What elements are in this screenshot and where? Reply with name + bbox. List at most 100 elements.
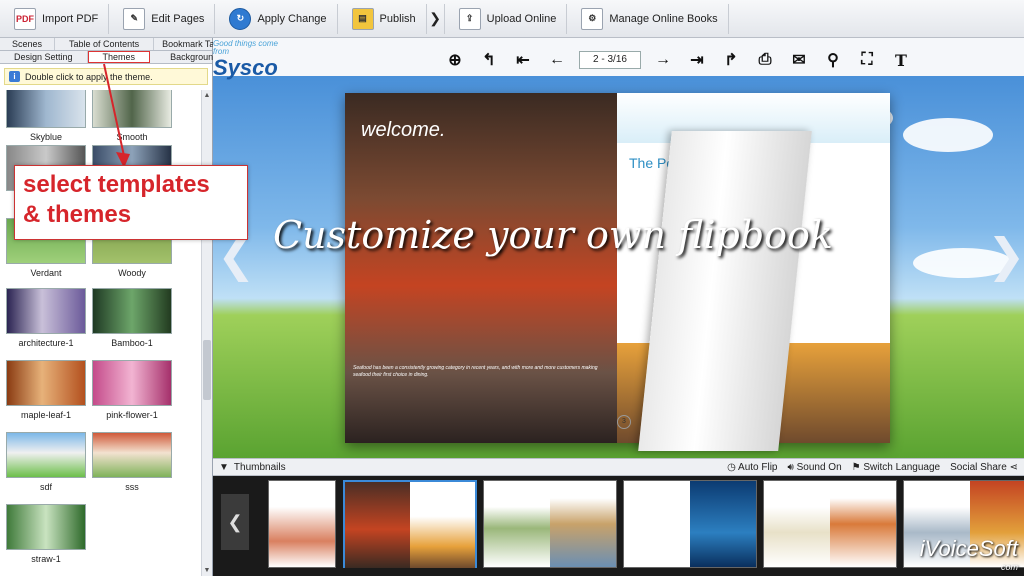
- collapse-icon: ▼: [219, 461, 229, 473]
- upload-online-button[interactable]: ⇪ Upload Online: [445, 3, 568, 34]
- thumbnail-page-1[interactable]: [268, 480, 336, 568]
- tabs-row-1: Scenes Table of Contents Bookmark Tabs ▼: [0, 38, 240, 51]
- page-number-input[interactable]: 2 - 3/16: [579, 51, 641, 69]
- theme-skyblue[interactable]: Skyblue: [6, 90, 86, 142]
- back-icon[interactable]: ↰: [477, 50, 501, 70]
- tab-scenes[interactable]: Scenes: [0, 38, 56, 50]
- manage-books-icon: ⚙: [581, 7, 604, 30]
- theme-thumbnail: [92, 432, 172, 478]
- logo-name: Sysco: [213, 55, 278, 80]
- tab-table-of-contents[interactable]: Table of Contents: [55, 38, 155, 50]
- last-page-icon[interactable]: ⇥: [685, 50, 709, 70]
- thumbnail-image: [484, 481, 550, 567]
- theme-bamboo-1[interactable]: Bamboo-1: [92, 288, 172, 348]
- scroll-up-icon[interactable]: ▲: [203, 92, 211, 99]
- thumbnail-image: [624, 481, 690, 567]
- main-toolbar: PDF Import PDF ✎ Edit Pages ↻ Apply Chan…: [0, 0, 1024, 38]
- zoom-in-icon[interactable]: ⊕: [443, 50, 467, 70]
- page-number-badge: 3: [617, 415, 631, 429]
- language-label: Switch Language: [863, 461, 941, 473]
- thumbnail-image: [345, 482, 410, 568]
- theme-architecture-1[interactable]: architecture-1: [6, 288, 86, 348]
- edit-pages-label: Edit Pages: [151, 12, 205, 25]
- previous-page-icon[interactable]: ←: [545, 51, 569, 69]
- import-pdf-label: Import PDF: [42, 12, 99, 25]
- switch-language-button[interactable]: ⚑ Switch Language: [852, 462, 940, 473]
- logo-tagline: Good things come from: [213, 39, 278, 56]
- thumbnails-toggle[interactable]: ▼ Thumbnails: [213, 462, 286, 473]
- theme-thumbnail: [92, 288, 172, 334]
- apply-change-icon: ↻: [229, 7, 252, 30]
- search-icon[interactable]: ⚲: [821, 50, 845, 70]
- forward-icon[interactable]: ↱: [719, 50, 743, 70]
- thumbnail-strip: ❮ iVoiceSoft com: [213, 476, 1024, 576]
- scroll-down-icon[interactable]: ▼: [203, 567, 211, 574]
- left-page-caption: Seafood has been a consistently growing …: [353, 365, 598, 378]
- text-icon[interactable]: T: [889, 51, 913, 70]
- toolbar-expand-arrow[interactable]: ❯: [427, 3, 445, 34]
- thumbnail-page-6-7[interactable]: [623, 480, 757, 568]
- auto-flip-button[interactable]: ◷ Auto Flip: [727, 462, 777, 473]
- theme-sss[interactable]: sss: [92, 432, 172, 492]
- theme-thumbnail: [6, 504, 86, 550]
- theme-maple-leaf-1[interactable]: maple-leaf-1: [6, 360, 86, 420]
- thumbnail-image: [410, 482, 475, 568]
- callout-select-templates: select templates & themes: [14, 165, 248, 240]
- watermark-brand: iVoiceSoft: [919, 536, 1018, 561]
- thumbnail-image: [269, 481, 335, 567]
- pdf-icon: PDF: [14, 7, 36, 30]
- watermark-domain: com: [1000, 562, 1018, 572]
- thumbnail-page-8-9[interactable]: [763, 480, 897, 568]
- edit-pages-button[interactable]: ✎ Edit Pages: [109, 3, 216, 34]
- theme-label: Verdant: [30, 268, 62, 278]
- email-icon[interactable]: ✉: [787, 50, 811, 70]
- sound-label: Sound On: [796, 461, 842, 473]
- thumbnail-page-2-3[interactable]: [343, 480, 477, 568]
- edit-pages-icon: ✎: [123, 7, 146, 30]
- thumbnail-image: [830, 481, 896, 567]
- fullscreen-icon[interactable]: ⛶: [855, 51, 879, 69]
- flipbook-spread[interactable]: welcome. Seafood has been a consistently…: [345, 93, 890, 451]
- social-share-button[interactable]: Social Share ⋖: [950, 462, 1018, 473]
- thumbnail-image: [690, 481, 756, 567]
- next-spread-arrow[interactable]: ❯: [987, 228, 1024, 282]
- welcome-title: welcome.: [361, 119, 446, 141]
- theme-straw-1[interactable]: straw-1: [6, 504, 86, 564]
- left-page[interactable]: welcome. Seafood has been a consistently…: [345, 93, 617, 443]
- apply-change-button[interactable]: ↻ Apply Change: [215, 3, 338, 34]
- sysco-logo: Good things come from Sysco: [213, 39, 293, 80]
- next-page-icon[interactable]: →: [651, 51, 675, 69]
- theme-label: straw-1: [31, 554, 61, 564]
- theme-label: Woody: [118, 268, 146, 278]
- publish-icon: ▤: [351, 7, 374, 30]
- theme-label: sss: [125, 482, 139, 492]
- manage-online-label: Manage Online Books: [609, 12, 718, 25]
- theme-label: Skyblue: [29, 132, 63, 142]
- theme-thumbnail: [6, 288, 86, 334]
- theme-pink-flower-1[interactable]: pink-flower-1: [92, 360, 172, 420]
- theme-thumbnail: [6, 90, 86, 128]
- thumbnail-page-4-5[interactable]: [483, 480, 617, 568]
- publish-button[interactable]: ▤ Publish: [338, 3, 427, 34]
- scroll-thumb[interactable]: [203, 340, 211, 400]
- manage-online-books-button[interactable]: ⚙ Manage Online Books: [567, 3, 729, 34]
- thumbnails-label: Thumbnails: [233, 461, 286, 473]
- share-label: Social Share: [950, 461, 1007, 473]
- import-pdf-button[interactable]: PDF Import PDF: [0, 3, 110, 34]
- print-icon[interactable]: ⎙: [753, 51, 777, 69]
- thumbnails-prev-icon[interactable]: ❮: [221, 494, 249, 550]
- flipbook-preview: Good things come from Sysco ⊕ ↰ ⇤ ← 2 - …: [213, 38, 1024, 458]
- upload-icon: ⇪: [458, 7, 481, 30]
- first-page-icon[interactable]: ⇤: [511, 50, 535, 70]
- tab-design-setting[interactable]: Design Setting: [0, 51, 88, 63]
- apply-change-label: Apply Change: [257, 12, 327, 25]
- callout-line-2: & themes: [23, 201, 132, 228]
- thumbnail-image: [550, 481, 616, 567]
- theme-label: Bamboo-1: [111, 338, 153, 348]
- theme-sdf[interactable]: sdf: [6, 432, 86, 492]
- theme-thumbnail: [6, 360, 86, 406]
- cloud-2: [903, 118, 993, 152]
- theme-scrollbar[interactable]: ▲ ▼: [201, 90, 212, 576]
- sound-button[interactable]: 🔊︎ Sound On: [788, 462, 842, 473]
- theme-label: sdf: [39, 482, 52, 492]
